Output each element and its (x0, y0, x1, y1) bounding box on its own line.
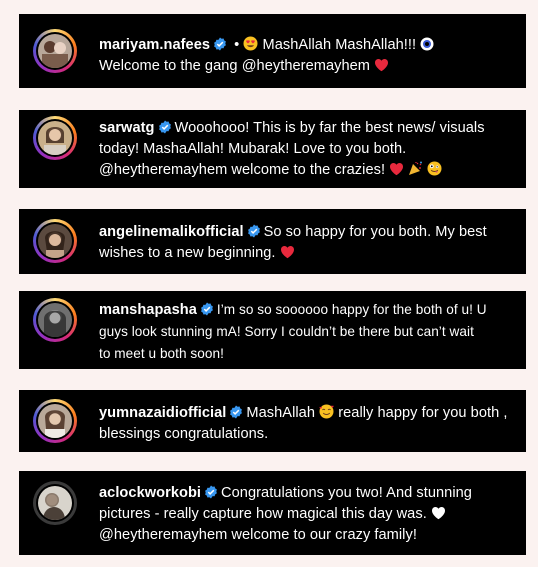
comment-text: Congratulations you two! And stunning (221, 485, 472, 501)
comment-text: wishes to a new beginning. (99, 245, 276, 261)
comment-text: to meet u both soon! (99, 346, 224, 361)
comment-text: guys look stunning mA! Sorry I couldn’t … (99, 324, 474, 339)
verified-badge-icon (200, 302, 214, 316)
red-heart-icon (280, 245, 295, 259)
separator: • (234, 37, 240, 53)
red-heart-icon (389, 162, 404, 176)
username[interactable]: mariyam.nafees (99, 37, 210, 53)
comment-card-angelinemalikofficial: angelinemalikofficial So so happy for you… (19, 209, 526, 274)
comment-card-yumnazaidiofficial: yumnazaidiofficial MashAllah really happy… (19, 390, 526, 452)
comment-text: really happy for you both , (338, 405, 508, 421)
comment-card-sarwatg: sarwatg Wooohooo! This is by far the best… (19, 110, 526, 188)
verified-badge-icon (247, 224, 261, 238)
comment-text: blessings congratulations. (99, 426, 269, 442)
verified-badge-icon (158, 120, 172, 134)
verified-badge-icon (204, 485, 218, 499)
verified-badge-icon (213, 37, 227, 51)
avatar[interactable] (33, 298, 77, 342)
comment-text: MashAllah MashAllah!!! (262, 37, 417, 53)
comment-text: pictures - really capture how magical th… (99, 506, 427, 522)
heart-eyes-emoji-icon (243, 36, 258, 51)
comment-text: MashAllah (246, 405, 315, 421)
comment-card-manshapasha: manshapasha I’m so so soooooo happy for t… (19, 291, 526, 369)
comment-text: today! MashaAllah! Mubarak! Love to you … (99, 141, 407, 157)
avatar[interactable] (33, 29, 77, 73)
comment-text: So so happy for you both. My best (263, 224, 487, 240)
username[interactable]: aclockworkobi (99, 485, 201, 501)
verified-badge-icon (229, 405, 243, 419)
comment-text: Welcome to the gang @heytheremayhem (99, 58, 371, 74)
avatar[interactable] (33, 399, 77, 443)
smiling-face-with-hearts-emoji-icon (319, 404, 334, 419)
avatar[interactable] (33, 219, 77, 263)
comment-card-mariyam-nafees: mariyam.nafees • MashAllah MashAllah!!! … (19, 14, 526, 88)
eye-emoji-icon (420, 37, 434, 51)
red-heart-icon (374, 58, 389, 72)
zany-face-emoji-icon (427, 161, 442, 176)
username[interactable]: yumnazaidiofficial (99, 405, 226, 421)
comment-text: @heytheremayhem welcome to the crazies! (99, 162, 386, 178)
username[interactable]: angelinemalikofficial (99, 224, 244, 240)
party-popper-emoji-icon (408, 161, 423, 176)
comment-text: I’m so so soooooo happy for the both of … (216, 302, 487, 317)
username[interactable]: manshapasha (99, 302, 197, 318)
comment-card-aclockworkobi: aclockworkobi Congratulations you two! An… (19, 471, 526, 555)
white-heart-icon (431, 506, 446, 520)
avatar[interactable] (33, 481, 77, 525)
username[interactable]: sarwatg (99, 120, 155, 136)
comment-text: @heytheremayhem welcome to our crazy fam… (99, 527, 417, 543)
comment-text: Wooohooo! This is by far the best news/ … (174, 120, 485, 136)
avatar[interactable] (33, 116, 77, 160)
